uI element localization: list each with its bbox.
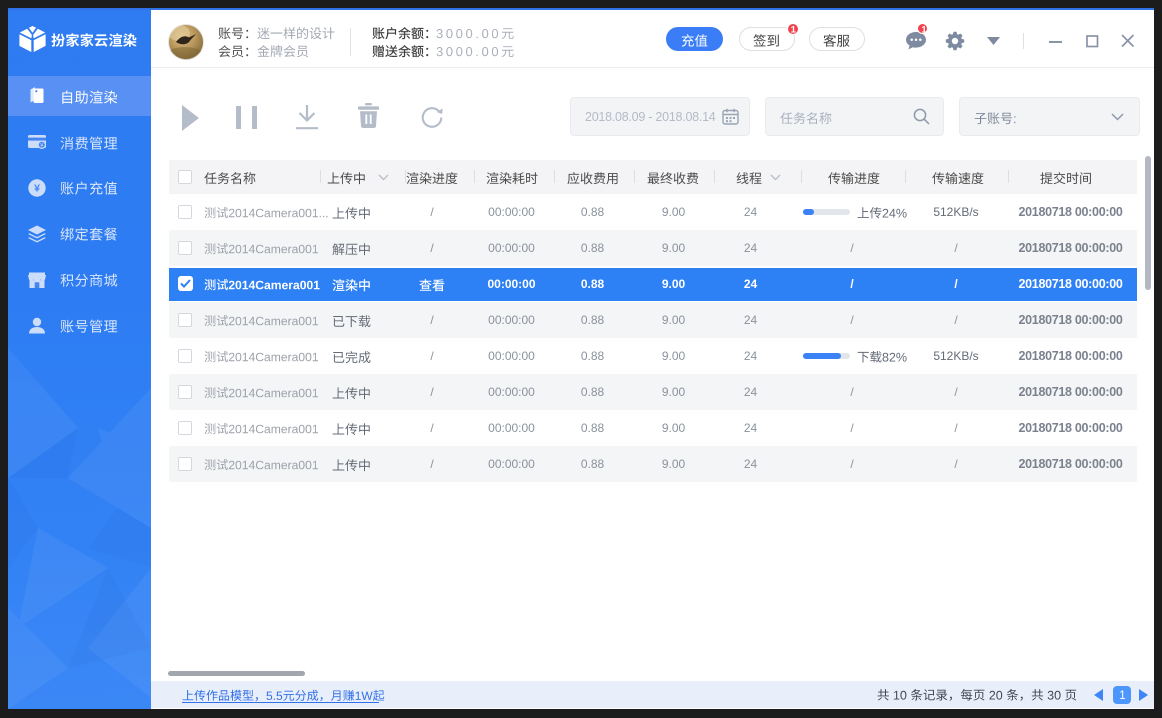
svg-text:¥: ¥	[34, 182, 40, 194]
